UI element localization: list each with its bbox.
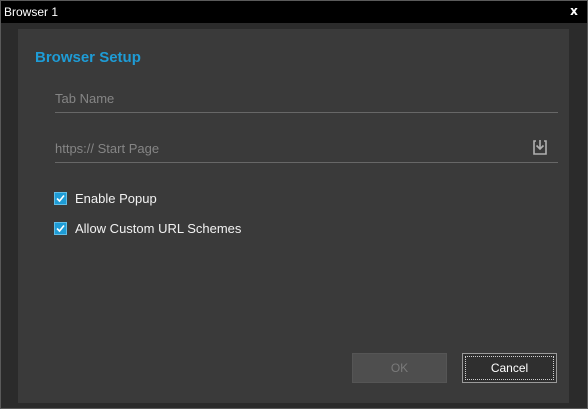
allow-custom-url-schemes-checkbox[interactable]: [54, 221, 67, 235]
dialog-content: Browser Setup Enable Popup: [18, 29, 569, 403]
cancel-button[interactable]: Cancel: [462, 353, 557, 383]
start-page-input[interactable]: [55, 136, 515, 160]
tab-name-field: [55, 86, 558, 113]
close-button[interactable]: x: [567, 4, 581, 18]
download-icon[interactable]: [530, 137, 550, 157]
allow-custom-url-schemes-option[interactable]: Allow Custom URL Schemes: [54, 219, 241, 237]
window-title: Browser 1: [4, 5, 59, 19]
browser-setup-window: Browser 1 x Browser Setup Ena: [0, 0, 588, 409]
title-bar: Browser 1 x: [1, 1, 587, 23]
allow-custom-url-schemes-label: Allow Custom URL Schemes: [75, 220, 242, 236]
enable-popup-checkbox[interactable]: [54, 191, 67, 205]
enable-popup-option[interactable]: Enable Popup: [54, 189, 157, 207]
enable-popup-label: Enable Popup: [75, 190, 157, 206]
dialog-heading: Browser Setup: [35, 49, 141, 66]
start-page-field: [55, 136, 558, 163]
checkmark-icon: [56, 224, 65, 232]
tab-name-input[interactable]: [55, 86, 515, 110]
ok-button[interactable]: OK: [352, 353, 447, 383]
cancel-label: Cancel: [490, 361, 529, 375]
checkmark-icon: [56, 194, 65, 202]
